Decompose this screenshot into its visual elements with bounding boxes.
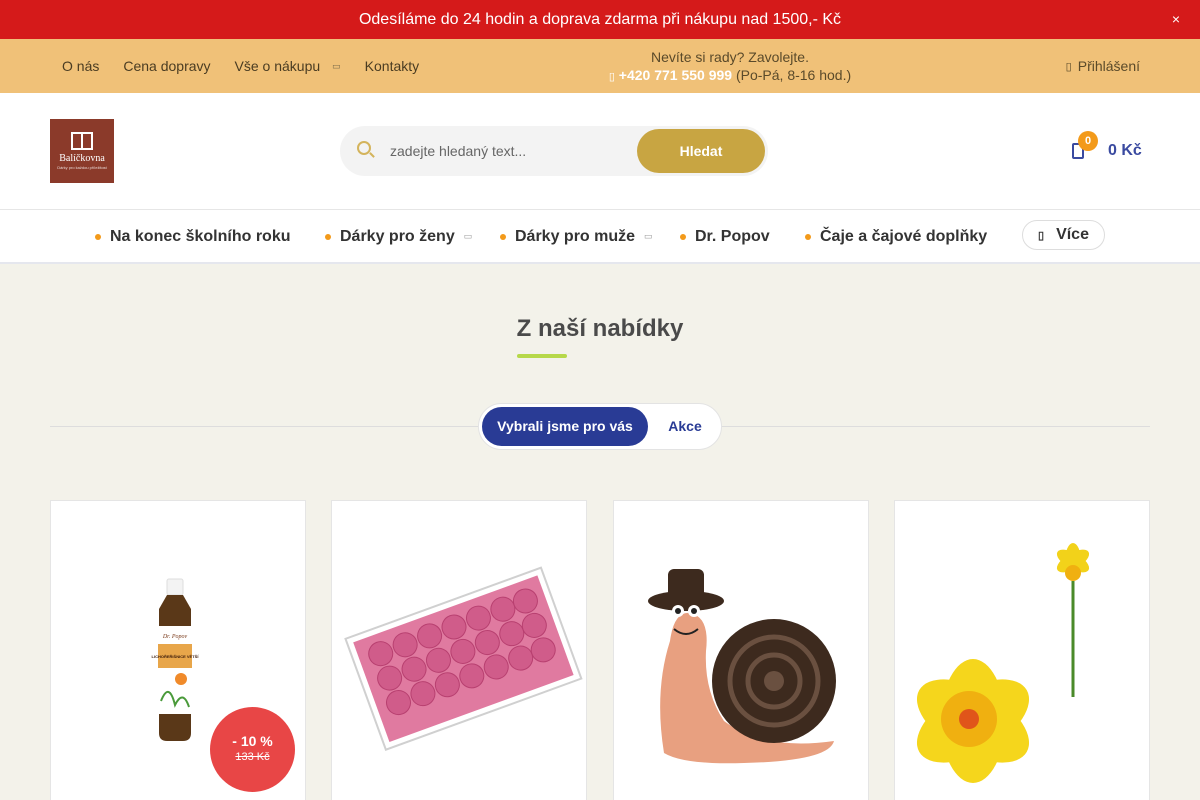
login-label: Přihlášení [1077,58,1140,74]
menu-item-women-gifts[interactable]: Dárky pro ženy ▭ [325,210,472,263]
search-button[interactable]: Hledat [637,129,765,173]
logo-tagline: Dárky pro každou příležitost [57,165,107,170]
chevron-down-icon: ▭ [332,60,341,71]
announcement-bar: Odesíláme do 24 hodin a doprava zdarma p… [0,0,1200,39]
section-title: Z naší nabídky [516,315,684,342]
menu-item-label: Dárky pro muže [515,227,636,245]
bullet-dot [500,233,506,240]
bullet-dot [805,233,811,240]
gift-icon [71,132,93,150]
nav-link-label: Vše o nákupu [234,58,321,74]
discount-percent: - 10 % [232,733,273,749]
logo[interactable]: Balíčkovna Dárky pro každou příležitost [50,119,114,183]
menu-icon: ▯ [1038,229,1045,242]
bottle-label: LICHOŘEŘIŠNICE VĚTŠÍ [152,654,200,659]
product-tabs: Vybrali jsme pro vás Akce [478,403,722,450]
nav-link-label: Cena dopravy [123,58,211,74]
contact-info: Nevíte si rady? Zavolejte. ▯ +420 771 55… [560,48,900,86]
menu-item-school-end[interactable]: Na konec školního roku [95,210,290,263]
phone-icon: ▯ [608,71,615,83]
chevron-down-icon: ▭ [463,231,473,241]
tab-sale[interactable]: Akce [653,407,717,446]
product-image-soap-roses [344,566,583,751]
menu-item-men-gifts[interactable]: Dárky pro muže ▭ [500,210,653,263]
info-nav: O nás Cena dopravy Vše o nákupu ▭ Kontakt… [50,39,431,93]
menu-item-dr-popov[interactable]: Dr. Popov [680,210,770,263]
tab-recommended[interactable]: Vybrali jsme pro vás [482,407,648,446]
menu-item-label: Dárky pro ženy [340,227,455,245]
bullet-dot [680,233,686,240]
nav-link-shipping[interactable]: Cena dopravy [111,58,222,74]
logo-text: Balíčkovna [59,153,105,164]
search-bar: Hledat [340,126,768,176]
bullet-dot [325,233,331,240]
close-icon[interactable]: × [1172,0,1180,39]
menu-item-label: Na konec školního roku [110,227,291,245]
menu-item-label: Čaje a čajové doplňky [820,227,988,245]
nav-link-label: O nás [62,58,100,74]
info-bar: O nás Cena dopravy Vše o nákupu ▭ Kontakt… [0,39,1200,93]
menu-item-teas[interactable]: Čaje a čajové doplňky [805,210,987,263]
chevron-down-icon: ▭ [644,231,653,241]
bullet-dot [95,233,101,240]
contact-prompt: Nevíte si rady? Zavolejte. [651,49,809,65]
search-input[interactable] [390,126,630,176]
user-icon: ▯ [1065,60,1072,73]
login-link[interactable]: ▯ Přihlášení [1066,39,1140,93]
product-image-daffodil [916,543,1090,783]
cart-button[interactable]: 0 0 Kč [1070,131,1150,167]
category-menu: Na konec školního roku Dárky pro ženy ▭ … [0,209,1200,264]
nav-link-about[interactable]: O nás [50,58,111,74]
search-icon [357,141,371,155]
office-hours: (Po-Pá, 8-16 hod.) [735,67,852,83]
more-menu-button[interactable]: ▯ Více [1022,220,1105,250]
title-underline [517,354,567,358]
cart-total: 0 Kč [1108,142,1142,159]
product-card[interactable] [613,500,869,800]
phone-number[interactable]: +420 771 550 999 [619,67,732,83]
cart-count-badge: 0 [1078,131,1098,151]
product-image-snail-figurine [648,569,836,764]
bottle-brand: Dr. Popov [162,634,188,640]
nav-link-label: Kontakty [364,58,420,74]
menu-item-label: Dr. Popov [695,227,770,245]
discount-badge: - 10 % 133 Kč [210,707,295,792]
product-card[interactable] [331,500,587,800]
announcement-text: Odesíláme do 24 hodin a doprava zdarma p… [358,11,842,28]
more-label: Více [1056,226,1089,243]
nav-link-shopping-info[interactable]: Vše o nákupu ▭ [223,58,353,74]
product-card[interactable] [894,500,1150,800]
old-price: 133 Kč [235,751,270,763]
nav-link-contacts[interactable]: Kontakty [353,58,431,74]
site-header: Balíčkovna Dárky pro každou příležitost … [0,93,1200,209]
